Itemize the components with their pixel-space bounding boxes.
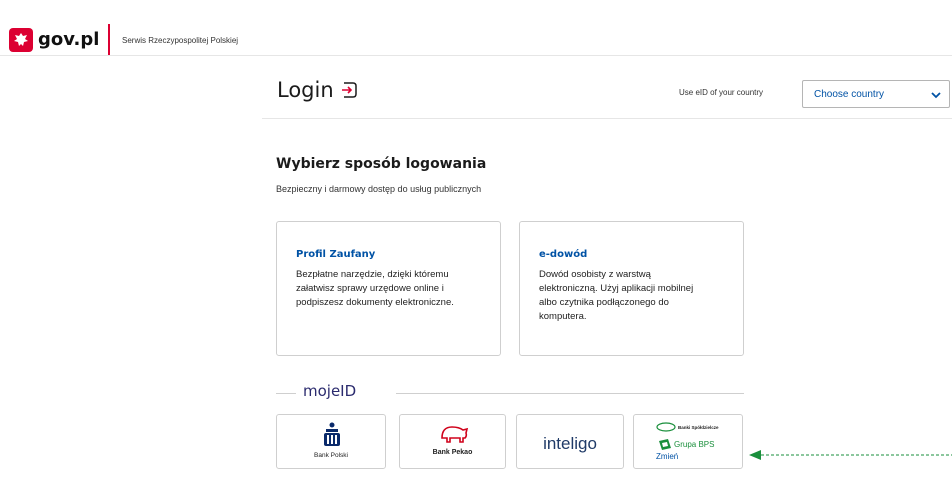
mojeid-logo: mojeID xyxy=(303,382,357,400)
page-title: Login xyxy=(277,78,334,102)
pko-logo-icon xyxy=(324,422,340,446)
bank-tile-pko[interactable]: Bank Polski xyxy=(276,414,386,469)
login-icon xyxy=(342,82,357,98)
bps-logo-icon xyxy=(656,422,676,432)
mojeid-divider-right xyxy=(396,393,744,394)
pekao-bison-icon xyxy=(441,426,469,443)
card-title: Profil Zaufany xyxy=(296,249,376,260)
section-subtitle: Bezpieczny i darmowy dostęp do usług pub… xyxy=(276,184,482,194)
gov-logo-text[interactable]: gov.pl xyxy=(38,29,99,50)
poland-eagle-icon[interactable] xyxy=(9,28,33,52)
bank-name: Banki Spółdzielcze xyxy=(678,425,719,430)
e-dowod-card[interactable]: e-dowód Dowód osobisty z warstwą elektro… xyxy=(519,221,744,356)
change-link[interactable]: Zmień xyxy=(656,452,678,461)
card-description: Bezpłatne narzędzie, dzięki któremu zała… xyxy=(296,269,454,308)
grupa-bps-icon xyxy=(659,439,671,450)
service-name: Serwis Rzeczypospolitej Polskiej xyxy=(122,36,239,45)
country-select-value: Choose country xyxy=(814,89,885,100)
bank-tile-bps[interactable]: Banki Spółdzielcze Grupa BPS Zmień xyxy=(633,414,743,469)
mojeid-divider-left xyxy=(276,393,296,394)
card-title: e-dowód xyxy=(539,249,588,260)
card-description: Dowód osobisty z warstwą elektroniczną. … xyxy=(539,269,694,322)
chevron-down-icon xyxy=(931,92,941,99)
arrow-left-icon xyxy=(749,450,952,460)
divider xyxy=(262,118,952,119)
inteligo-logo: inteligo xyxy=(543,434,597,453)
section-title: Wybierz sposób logowania xyxy=(276,156,487,172)
logo-divider xyxy=(108,24,110,55)
profil-zaufany-card[interactable]: Profil Zaufany Bezpłatne narzędzie, dzię… xyxy=(276,221,501,356)
country-select[interactable]: Choose country xyxy=(802,80,950,108)
site-header: gov.pl Serwis Rzeczypospolitej Polskiej xyxy=(0,0,952,56)
bank-group: Grupa BPS xyxy=(674,440,715,449)
eid-label: Use eID of your country xyxy=(679,88,764,97)
bank-tile-pekao[interactable]: Bank Pekao xyxy=(399,414,506,469)
bank-name: Bank Pekao xyxy=(432,449,473,456)
bank-name: Bank Polski xyxy=(314,452,348,459)
bank-tile-inteligo[interactable]: inteligo xyxy=(516,414,624,469)
